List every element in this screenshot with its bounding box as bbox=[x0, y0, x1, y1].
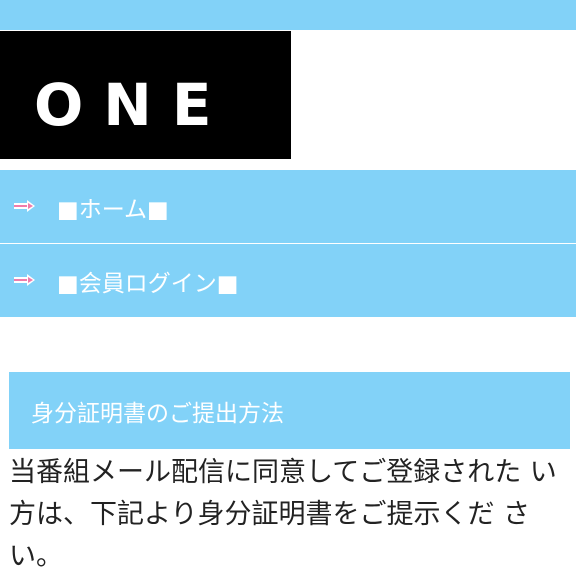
top-bar bbox=[0, 0, 576, 30]
arrow-right-icon bbox=[14, 274, 35, 286]
section-title: 身分証明書のご提出方法 bbox=[31, 400, 284, 427]
section-body-text: 当番組メール配信に同意してご登録された い方は、下記より身分証明書をご提示くだ … bbox=[9, 457, 557, 572]
nav-item-home[interactable]: ■ホーム■ bbox=[0, 170, 576, 243]
site-logo[interactable]: ONE bbox=[0, 31, 291, 159]
arrow-right-icon bbox=[14, 200, 35, 212]
section-heading: 身分証明書のご提出方法 bbox=[9, 372, 570, 449]
nav-label-member-login: ■会員ログイン■ bbox=[57, 270, 239, 297]
logo-text: ONE bbox=[34, 71, 232, 139]
nav-item-member-login[interactable]: ■会員ログイン■ bbox=[0, 244, 576, 317]
nav-label-home: ■ホーム■ bbox=[57, 196, 169, 223]
